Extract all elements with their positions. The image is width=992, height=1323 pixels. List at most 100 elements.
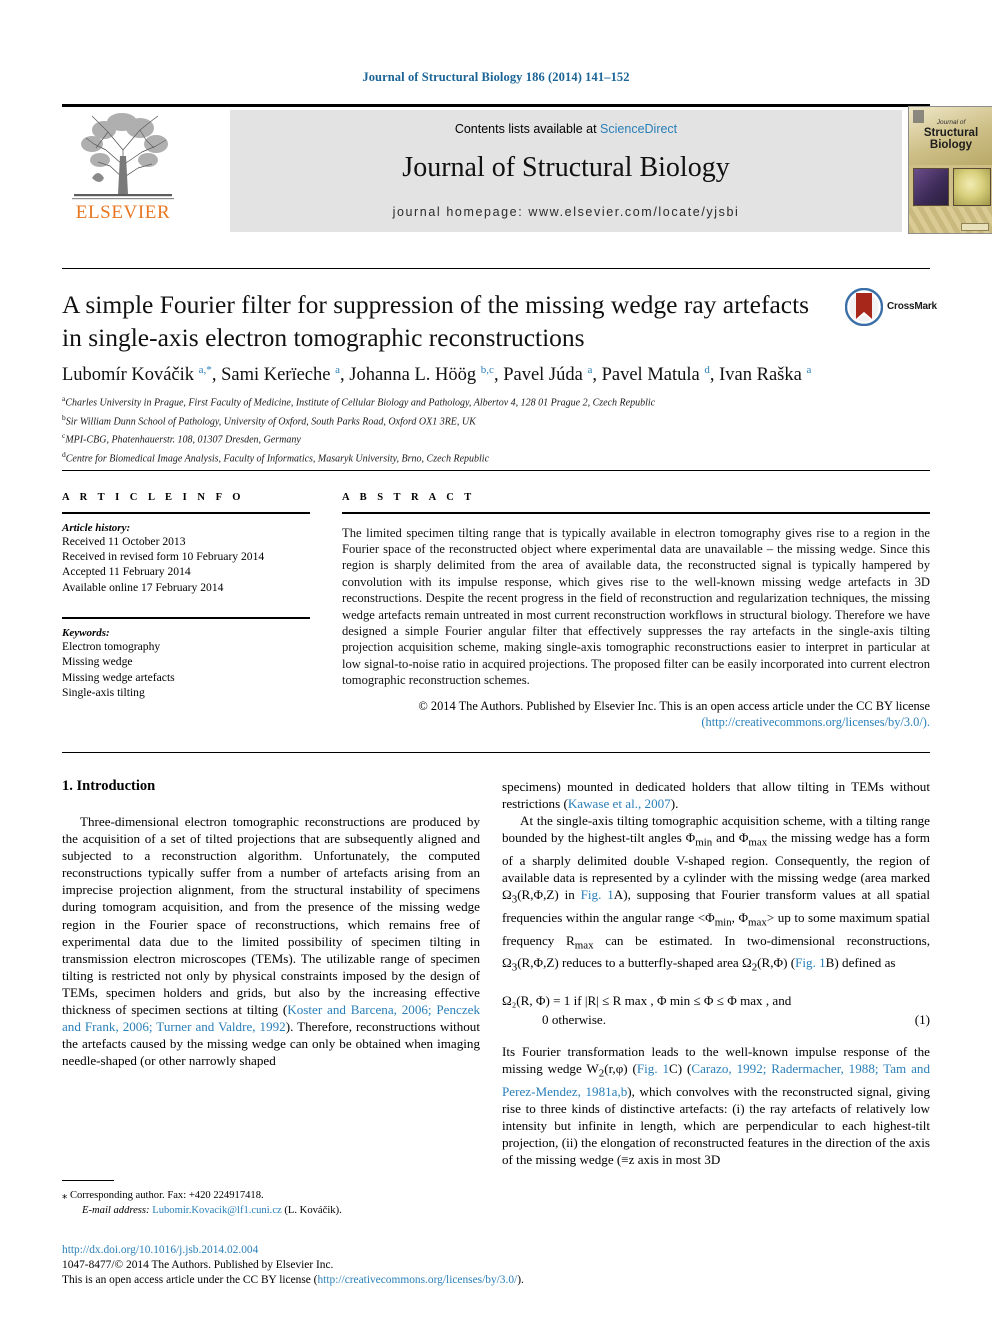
body-column-right: specimens) mounted in dedicated holders … xyxy=(502,778,930,1168)
journal-title: Journal of Structural Biology xyxy=(402,152,730,183)
sciencedirect-link[interactable]: ScienceDirect xyxy=(600,122,677,136)
cover-journal-name: Structural Biology xyxy=(909,127,992,151)
email-line: E-mail address: Lubomir.Kovacik@lf1.cuni… xyxy=(62,1204,480,1219)
elsevier-tree-icon xyxy=(72,113,174,200)
affiliation-text: Centre for Biomedical Image Analysis, Fa… xyxy=(65,452,490,464)
cover-micrograph-left xyxy=(913,168,949,206)
affiliation-text: Charles University in Prague, First Facu… xyxy=(65,397,656,409)
journal-masthead: ELSEVIER Contents lists available at Sci… xyxy=(62,104,992,234)
journal-cover-thumbnail: Journal of Structural Biology xyxy=(908,106,992,234)
figure-link[interactable]: Fig. 1 xyxy=(637,1061,669,1076)
cover-micrograph-right xyxy=(953,168,991,206)
title-line-1: A simple Fourier filter for suppression … xyxy=(62,290,810,319)
affiliation-item: cMPI-CBG, Phatenhauerstr. 108, 01307 Dre… xyxy=(62,429,930,448)
paragraph-text: specimens) mounted in dedicated holders … xyxy=(502,779,930,812)
history-item: Available online 17 February 2014 xyxy=(62,580,224,594)
abstract-heading: A B S T R A C T xyxy=(342,492,476,503)
elsevier-wordmark: ELSEVIER xyxy=(75,202,171,223)
equation-line-1: Ω₂(R, Φ) = 1 if |R| ≤ R max , Φ min ≤ Φ … xyxy=(502,992,792,1008)
license-prefix: This is an open access article under the… xyxy=(62,1273,318,1286)
paragraph: At the single-axis tilting tomographic a… xyxy=(502,813,931,974)
running-head: Journal of Structural Biology 186 (2014)… xyxy=(362,70,630,84)
journal-banner: Contents lists available at ScienceDirec… xyxy=(230,110,902,232)
paragraph-text: Three-dimensional electron tomographic r… xyxy=(62,814,480,1018)
crossmark-badge[interactable]: CrossMark xyxy=(845,288,937,328)
equation-number: (1) xyxy=(914,1011,930,1027)
history-item: Accepted 11 February 2014 xyxy=(62,565,191,579)
body-top-rule xyxy=(62,752,930,753)
email-suffix: (L. Kováčik). xyxy=(284,1204,342,1216)
footnote-rule xyxy=(62,1180,114,1182)
imprint-block: http://dx.doi.org/10.1016/j.jsb.2014.02.… xyxy=(62,1243,762,1287)
abstract-body: The limited specimen tilting range that … xyxy=(342,525,930,688)
affiliation-item: aCharles University in Prague, First Fac… xyxy=(62,392,930,411)
paragraph-text: (R,Φ,Z) in xyxy=(517,887,581,903)
paragraph: Three-dimensional electron tomographic r… xyxy=(62,813,480,1069)
affiliation-text: Sir William Dunn School of Pathology, Un… xyxy=(65,415,476,427)
license-suffix: ). xyxy=(517,1273,524,1286)
page-title: A simple Fourier filter for suppression … xyxy=(62,288,822,354)
imprint-license-line: This is an open access article under the… xyxy=(62,1273,762,1288)
paragraph-text: (r,φ) ( xyxy=(604,1061,637,1077)
corresponding-author-footnote: ⁎ Corresponding author. Fax: +420 224917… xyxy=(62,1180,480,1218)
paragraph-text: B) defined as xyxy=(825,955,896,971)
cover-name-line2: Biology xyxy=(929,139,973,151)
cover-name-line1: Structural xyxy=(923,127,979,139)
equation-line-2: 0 otherwise. xyxy=(542,1011,606,1027)
masthead-top-rule xyxy=(62,104,930,107)
figure-link[interactable]: Fig. 1 xyxy=(581,887,614,902)
keywords-rule xyxy=(62,617,310,619)
email-label: E-mail address: xyxy=(82,1204,150,1216)
title-top-rule xyxy=(62,268,930,269)
license-link[interactable]: (http://creativecommons.org/licenses/by/… xyxy=(342,714,930,730)
email-link[interactable]: Lubomir.Kovacik@lf1.cuni.cz xyxy=(152,1205,282,1216)
abstract-copyright: © 2014 The Authors. Published by Elsevie… xyxy=(342,698,930,731)
title-line-2: in single-axis electron tomographic reco… xyxy=(62,323,585,352)
paper-page: Journal of Structural Biology 186 (2014)… xyxy=(0,0,992,1323)
paragraph: specimens) mounted in dedicated holders … xyxy=(502,778,930,812)
history-item: Received in revised form 10 February 201… xyxy=(62,550,265,563)
body-column-left: 1. Introduction Three-dimensional electr… xyxy=(62,778,480,1069)
keyword-item: Missing wedge artefacts xyxy=(62,670,175,684)
equation-1: Ω₂(R, Φ) = 1 if |R| ≤ R max , Φ min ≤ Φ … xyxy=(502,991,930,1029)
crossmark-icon xyxy=(845,288,883,326)
section-heading-introduction: 1. Introduction xyxy=(62,778,156,794)
article-info-rule xyxy=(62,512,310,514)
author-list: Lubomír Kováčik a,*, Sami Kerïeche a, Jo… xyxy=(62,358,930,387)
authors-text: Lubomír Kováčik a,*, Sami Kerïeche a, Jo… xyxy=(62,364,812,386)
info-top-rule xyxy=(62,470,930,471)
contents-available-line: Contents lists available at ScienceDirec… xyxy=(230,122,902,136)
affiliation-text: MPI-CBG, Phatenhauerstr. 108, 01307 Dres… xyxy=(65,434,301,446)
abstract-panel: A B S T R A C T The limited specimen til… xyxy=(342,492,930,730)
keyword-item: Single-axis tilting xyxy=(62,686,145,700)
corresponding-author-line: ⁎ Corresponding author. Fax: +420 224917… xyxy=(62,1190,264,1202)
article-info-heading: A R T I C L E I N F O xyxy=(62,492,245,503)
keyword-item: Missing wedge xyxy=(62,655,133,669)
copyright-text: © 2014 The Authors. Published by Elsevie… xyxy=(418,698,930,713)
doi-link[interactable]: http://dx.doi.org/10.1016/j.jsb.2014.02.… xyxy=(62,1243,762,1258)
affiliation-item: bSir William Dunn School of Pathology, U… xyxy=(62,411,930,430)
affiliation-list: aCharles University in Prague, First Fac… xyxy=(62,392,930,466)
elsevier-logo: ELSEVIER xyxy=(62,110,184,232)
abstract-rule xyxy=(342,512,930,514)
paragraph-tail: ). xyxy=(670,796,679,812)
figure-link[interactable]: Fig. 1 xyxy=(795,955,826,970)
paragraph-text: (R,Φ,Z) reduces to a butterfly-shaped ar… xyxy=(517,955,752,971)
issn-line: 1047-8477/© 2014 The Authors. Published … xyxy=(62,1258,334,1271)
cover-badge xyxy=(961,223,989,231)
affiliation-item: dCentre for Biomedical Image Analysis, F… xyxy=(62,448,930,467)
crossmark-label: CrossMark xyxy=(887,301,937,312)
paragraph-text: , Φ xyxy=(731,909,749,925)
article-history-label: Article history: xyxy=(62,521,131,534)
imprint-license-link[interactable]: http://creativecommons.org/licenses/by/3… xyxy=(317,1274,517,1286)
cover-journal-of-label: Journal of xyxy=(936,119,966,126)
paragraph-text: and Φ xyxy=(712,830,749,846)
paragraph-text: (R,Φ) ( xyxy=(757,955,796,971)
history-item: Received 11 October 2013 xyxy=(62,534,186,548)
paragraph-text: C) ( xyxy=(669,1061,692,1077)
journal-homepage-line[interactable]: journal homepage: www.elsevier.com/locat… xyxy=(230,205,902,219)
paragraph: Its Fourier transformation leads to the … xyxy=(502,1043,930,1168)
article-info-panel: A R T I C L E I N F O Article history: R… xyxy=(62,492,310,700)
citation-link[interactable]: Kawase et al., 2007 xyxy=(568,796,671,811)
contents-prefix: Contents lists available at xyxy=(454,122,601,136)
